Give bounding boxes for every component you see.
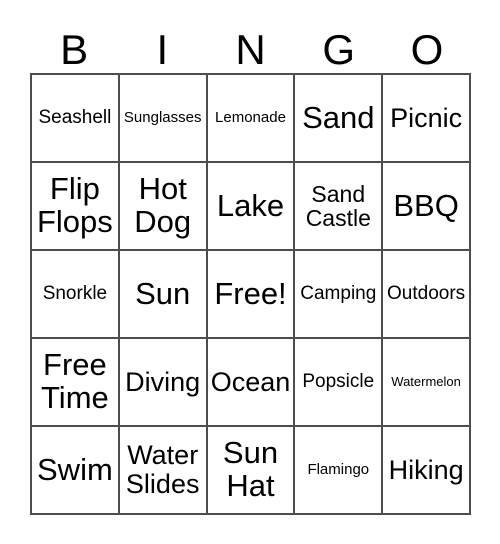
- bingo-cell-label: Free Time: [41, 347, 109, 415]
- bingo-cell[interactable]: Watermelon: [383, 339, 471, 427]
- bingo-cell[interactable]: Sand: [295, 75, 384, 163]
- bingo-cell-label: Flamingo: [307, 461, 370, 479]
- bingo-cell[interactable]: Ocean: [207, 339, 296, 427]
- bingo-cell-label: Flip Flops: [36, 171, 113, 239]
- bingo-cell-label: Sand: [302, 99, 375, 135]
- bingo-card: B I N G O Seashell Sunglasses Lemonade Sand…: [0, 0, 500, 544]
- bingo-cell-label: Swim: [37, 451, 113, 487]
- bingo-cell[interactable]: Lemonade: [207, 75, 296, 163]
- bingo-cell[interactable]: Swim: [32, 427, 120, 515]
- bingo-cell[interactable]: Seashell: [32, 75, 120, 163]
- bingo-cell[interactable]: Snorkle: [32, 251, 120, 339]
- bingo-cell[interactable]: Sun Hat: [207, 427, 296, 515]
- bingo-cell-label: Ocean: [210, 366, 291, 397]
- bingo-cell[interactable]: Hiking: [383, 427, 471, 515]
- bingo-cell[interactable]: Water Slides: [119, 427, 208, 515]
- bingo-cell-label: Diving: [125, 366, 201, 397]
- bingo-cell[interactable]: Free Time: [32, 339, 120, 427]
- bingo-cell[interactable]: Free!: [207, 251, 296, 339]
- bingo-cell-label: BBQ: [393, 187, 459, 223]
- bingo-cell[interactable]: Sun: [119, 251, 208, 339]
- bingo-cell-label: Hiking: [388, 454, 464, 485]
- bingo-cell-label: Camping: [300, 282, 377, 304]
- bingo-cell[interactable]: Outdoors: [383, 251, 471, 339]
- bingo-cell-label: Snorkle: [42, 282, 108, 304]
- bingo-header-letter-o: O: [410, 26, 444, 73]
- bingo-grid: Seashell Sunglasses Lemonade Sand Picnic Flip…: [30, 73, 471, 515]
- bingo-header-letter-i: I: [156, 26, 169, 73]
- bingo-cell[interactable]: Popsicle: [295, 339, 384, 427]
- bingo-cell-label: Sunglasses: [123, 109, 202, 127]
- bingo-cell-label: Sand Castle: [305, 180, 371, 231]
- bingo-cell-label: Popsicle: [302, 370, 375, 392]
- bingo-cell-label: Sun Hat: [222, 435, 279, 503]
- bingo-cell-label: Seashell: [38, 106, 112, 128]
- bingo-cell[interactable]: Hot Dog: [119, 163, 208, 251]
- bingo-header-letter-b: B: [60, 26, 89, 73]
- bingo-cell[interactable]: Diving: [119, 339, 208, 427]
- bingo-cell-label: Lake: [216, 187, 285, 223]
- bingo-cell[interactable]: BBQ: [383, 163, 471, 251]
- bingo-cell[interactable]: Flip Flops: [32, 163, 120, 251]
- bingo-cell-label: Hot Dog: [134, 171, 192, 239]
- bingo-cell-label: Water Slides: [125, 440, 200, 499]
- bingo-cell[interactable]: Flamingo: [295, 427, 384, 515]
- bingo-free-space-label: Free!: [214, 275, 287, 311]
- bingo-cell-label: Picnic: [390, 102, 463, 133]
- bingo-cell[interactable]: Sand Castle: [295, 163, 384, 251]
- bingo-cell-label: Watermelon: [391, 374, 461, 390]
- bingo-cell[interactable]: Picnic: [383, 75, 471, 163]
- bingo-cell-label: Lemonade: [215, 109, 286, 127]
- bingo-header-letter-n: N: [235, 26, 266, 73]
- bingo-header-letter-g: G: [322, 26, 356, 73]
- bingo-cell-label: Outdoors: [387, 282, 466, 304]
- bingo-cell-label: Sun: [135, 275, 191, 311]
- bingo-header-row: B I N G O: [30, 16, 471, 72]
- bingo-cell[interactable]: Sunglasses: [119, 75, 208, 163]
- bingo-cell[interactable]: Camping: [295, 251, 384, 339]
- bingo-cell[interactable]: Lake: [207, 163, 296, 251]
